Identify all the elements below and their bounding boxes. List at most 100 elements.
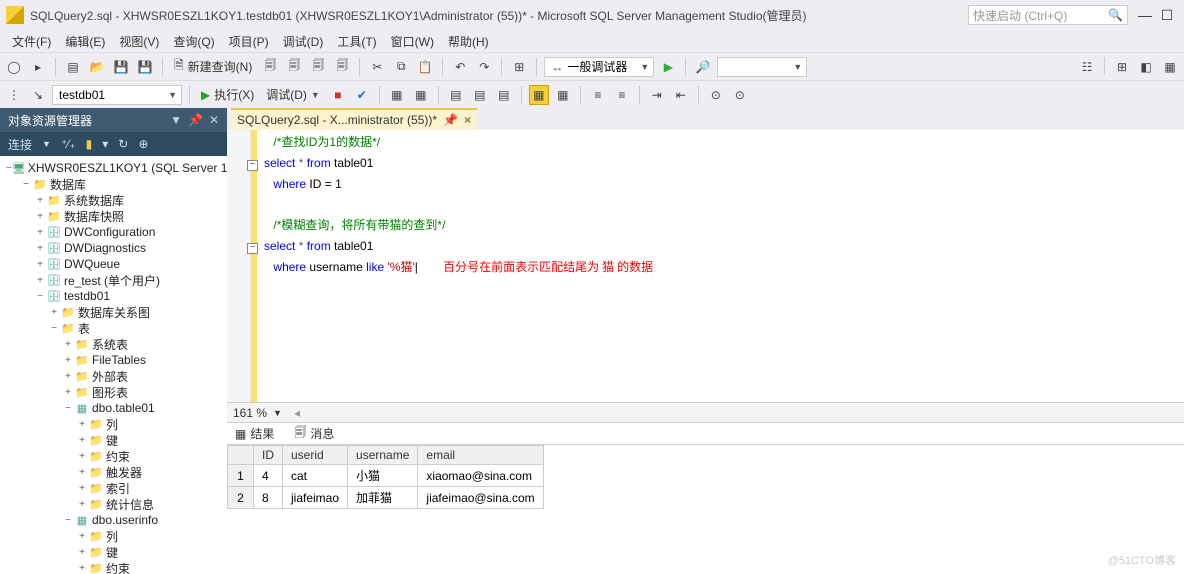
stop-icon[interactable]: ■	[328, 85, 348, 105]
tb-icon[interactable]: ☷	[1077, 57, 1097, 77]
tb-icon[interactable]: ▾	[102, 137, 108, 151]
results-grid[interactable]: IDuseridusernameemail14cat小猫xiaomao@sina…	[227, 444, 1184, 574]
zoom-level[interactable]: 161 %	[233, 406, 267, 420]
table-row[interactable]: 28jiafeimao加菲猫jiafeimao@sina.com	[228, 487, 544, 509]
redo-icon[interactable]: ↷	[474, 57, 494, 77]
tree-item[interactable]: +📁键	[2, 432, 227, 448]
tb-icon[interactable]: ▦	[411, 85, 431, 105]
column-header[interactable]: ID	[254, 446, 283, 465]
find-icon[interactable]: 🔎	[693, 57, 713, 77]
tree-item[interactable]: +📁数据库快照	[2, 208, 227, 224]
debugger-dropdown[interactable]: ↔ 一般调试器 ▼	[544, 57, 654, 77]
tb-icon[interactable]: ≡	[588, 85, 608, 105]
indent-icon[interactable]: ⇥	[647, 85, 667, 105]
tb-icon[interactable]: ⊞	[1112, 57, 1132, 77]
close-icon[interactable]: ✕	[209, 113, 219, 127]
tree-item[interactable]: −🗄testdb01	[2, 288, 227, 304]
tb-icon[interactable]: ▤	[494, 85, 514, 105]
menu-item[interactable]: 调试(D)	[277, 31, 330, 52]
expand-icon[interactable]: +	[34, 211, 46, 222]
tb-icon[interactable]: ≡	[612, 85, 632, 105]
column-header[interactable]: email	[418, 446, 543, 465]
refresh-icon[interactable]: ↻	[118, 137, 128, 151]
tree-item[interactable]: +📁索引	[2, 480, 227, 496]
document-tab[interactable]: SQLQuery2.sql - X...ministrator (55))* 📌…	[231, 108, 477, 130]
empty-dropdown[interactable]: ▼	[717, 57, 807, 77]
expand-icon[interactable]: −	[48, 323, 60, 334]
new-file-icon[interactable]: ▤	[63, 57, 83, 77]
tb-icon[interactable]: 🗐	[284, 57, 304, 77]
tree-item[interactable]: +📁约束	[2, 560, 227, 574]
tb-icon[interactable]: ⊞	[509, 57, 529, 77]
tb-icon[interactable]: ▦	[529, 85, 549, 105]
tb-icon[interactable]: ⁺⁄₊	[61, 137, 76, 151]
menu-item[interactable]: 帮助(H)	[442, 31, 495, 52]
tb-icon[interactable]: ⊙	[730, 85, 750, 105]
tree-item[interactable]: −▦dbo.table01	[2, 400, 227, 416]
code-editor[interactable]: /*查找ID为1的数据*/ −select * from table01 whe…	[227, 130, 1184, 402]
tb-icon[interactable]: ▮	[86, 137, 93, 151]
minimize-button[interactable]: —	[1134, 5, 1156, 25]
tree-item[interactable]: −▦dbo.userinfo	[2, 512, 227, 528]
connect-button[interactable]: 连接	[8, 136, 32, 153]
tb-icon[interactable]: ◧	[1136, 57, 1156, 77]
column-header[interactable]	[228, 446, 254, 465]
column-header[interactable]: username	[348, 446, 418, 465]
messages-tab[interactable]: 🗐 消息	[290, 421, 338, 446]
results-tab[interactable]: ▦ 结果	[231, 423, 278, 444]
quick-launch-input[interactable]: 快速启动 (Ctrl+Q) 🔍	[968, 5, 1128, 25]
expand-icon[interactable]: +	[76, 563, 88, 574]
expand-icon[interactable]: +	[76, 547, 88, 558]
expand-icon[interactable]: +	[76, 483, 88, 494]
expand-icon[interactable]: +	[34, 195, 46, 206]
debug-button[interactable]: 调试(D) ▼	[262, 84, 324, 106]
tree-item[interactable]: +📁FileTables	[2, 352, 227, 368]
expand-icon[interactable]: +	[62, 371, 74, 382]
execute-button[interactable]: ▶ 执行(X)	[197, 84, 258, 106]
tree-item[interactable]: +🗄re_test (单个用户)	[2, 272, 227, 288]
tree-view[interactable]: −🖥XHWSR0ESZL1KOY1 (SQL Server 14.0▲−📁数据库…	[0, 156, 227, 574]
expand-icon[interactable]: +	[76, 435, 88, 446]
navigate-back-icon[interactable]: ◯	[4, 57, 24, 77]
pin-icon[interactable]: 📌	[188, 113, 203, 127]
tree-item[interactable]: +🗄DWConfiguration	[2, 224, 227, 240]
tree-item[interactable]: +📁触发器	[2, 464, 227, 480]
tree-item[interactable]: +📁数据库关系图	[2, 304, 227, 320]
tree-item[interactable]: −📁数据库	[2, 176, 227, 192]
tb-icon[interactable]: 🗐	[308, 57, 328, 77]
save-icon[interactable]: 💾	[111, 57, 131, 77]
chevron-down-icon[interactable]: ▼	[273, 408, 282, 418]
menu-item[interactable]: 窗口(W)	[385, 31, 440, 52]
tree-item[interactable]: +📁列	[2, 416, 227, 432]
tree-item[interactable]: +📁统计信息	[2, 496, 227, 512]
expand-icon[interactable]: +	[76, 531, 88, 542]
menu-item[interactable]: 编辑(E)	[59, 31, 111, 52]
collapse-icon[interactable]: −	[247, 160, 258, 171]
tb-icon[interactable]: ▤	[470, 85, 490, 105]
expand-icon[interactable]: +	[76, 451, 88, 462]
tb-icon[interactable]: ▤	[446, 85, 466, 105]
pointer-icon[interactable]: ↘	[28, 85, 48, 105]
expand-icon[interactable]: +	[62, 355, 74, 366]
tree-item[interactable]: +📁图形表	[2, 384, 227, 400]
expand-icon[interactable]: −	[62, 515, 74, 526]
maximize-button[interactable]: ☐	[1156, 5, 1178, 26]
tree-item[interactable]: +🗄DWQueue	[2, 256, 227, 272]
database-dropdown[interactable]: testdb01 ▼	[52, 85, 182, 105]
expand-icon[interactable]: +	[34, 243, 46, 254]
close-tab-icon[interactable]: ×	[464, 113, 471, 127]
tree-item[interactable]: +📁外部表	[2, 368, 227, 384]
paste-icon[interactable]: 📋	[415, 57, 435, 77]
dropdown-icon[interactable]: ▼	[170, 113, 182, 127]
expand-icon[interactable]: +	[76, 467, 88, 478]
tb-icon[interactable]: 🗐	[332, 57, 352, 77]
expand-icon[interactable]: −	[62, 403, 74, 414]
expand-icon[interactable]: +	[34, 259, 46, 270]
pin-icon[interactable]: 📌	[443, 113, 458, 127]
play-icon[interactable]: ▶	[658, 57, 678, 77]
expand-icon[interactable]: +	[76, 499, 88, 510]
menu-item[interactable]: 文件(F)	[6, 31, 57, 52]
expand-icon[interactable]: +	[34, 227, 46, 238]
filter-icon[interactable]: ⊕	[138, 137, 148, 151]
tree-item[interactable]: +📁列	[2, 528, 227, 544]
